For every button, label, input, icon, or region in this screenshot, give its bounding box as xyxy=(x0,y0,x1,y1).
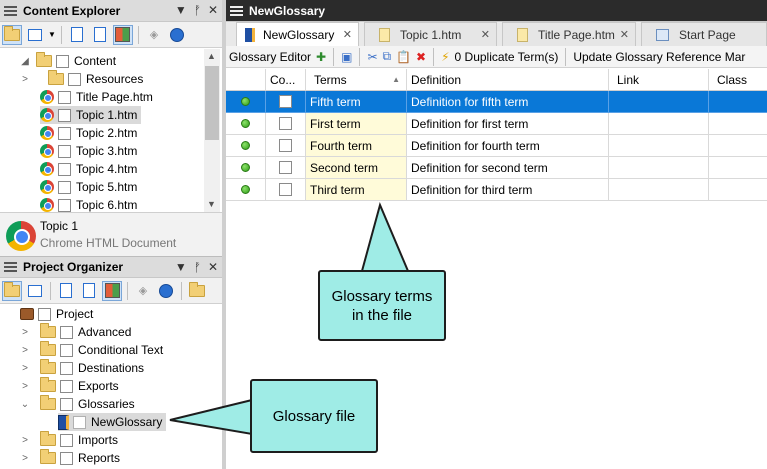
terms-callout-pointer xyxy=(360,201,410,272)
callout-pointers xyxy=(169,201,410,436)
file-callout-pointer xyxy=(169,398,253,436)
callout-text: Glossary terms in the file xyxy=(331,287,433,324)
glossary-file-callout: Glossary file xyxy=(250,379,378,453)
callout-text: Glossary file xyxy=(272,407,356,425)
glossary-terms-callout: Glossary terms in the file xyxy=(318,270,446,341)
